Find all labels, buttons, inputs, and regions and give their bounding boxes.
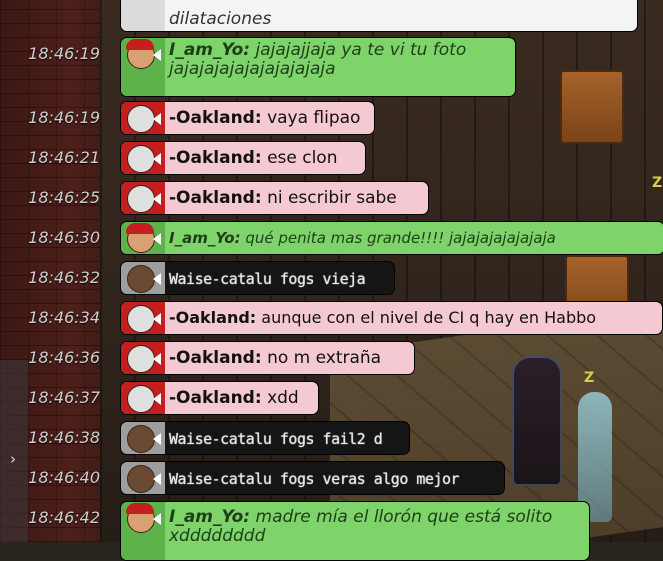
chat-message-text: I_am_Yo: madre mía el llorón que está so… (169, 507, 553, 546)
bubble-pointer-icon (153, 49, 161, 61)
bubble-pointer-icon (153, 433, 161, 445)
avatar-face (121, 502, 165, 560)
avatar-face (121, 342, 165, 374)
chat-bubble[interactable]: I_am_Yo: madre mía el llorón que está so… (120, 501, 590, 561)
avatar-head-icon (127, 305, 155, 333)
avatar-head-icon (127, 105, 155, 133)
chat-timestamp: 18:46:19 (28, 108, 100, 127)
bubble-pointer-icon (153, 193, 161, 205)
chat-username: -Oakland: (169, 148, 262, 168)
bubble-pointer-icon (153, 313, 161, 325)
bubble-pointer-icon (153, 473, 161, 485)
avatar-face (121, 222, 165, 254)
chat-message-text: Waise-catalu fogs vieja (169, 270, 366, 288)
chat-bubble[interactable]: I_am_Yo: qué penita mas grande!!!! jajaj… (120, 221, 663, 255)
chat-username: -Oakland: (169, 388, 262, 408)
chat-row: 18:46:42 I_am_Yo: madre mía el llorón qu… (0, 501, 663, 561)
chat-message-text: -Oakland: no m extraña (169, 348, 382, 368)
chat-bubble[interactable]: -Oakland: vaya flipao (120, 101, 375, 135)
chat-timestamp: 18:46:30 (28, 228, 100, 247)
avatar-face (121, 422, 165, 454)
chat-bubble[interactable]: -Oakland: ni escribir sabe (120, 181, 429, 215)
avatar-hat-icon (126, 39, 154, 50)
bubble-pointer-icon (153, 513, 161, 525)
chat-timestamp: 18:46:37 (28, 388, 100, 407)
chat-username: I_am_Yo: (169, 507, 251, 527)
avatar-head-icon (127, 265, 155, 293)
avatar-head-icon (127, 465, 155, 493)
chat-timestamp: 18:46:42 (28, 508, 100, 527)
chat-bubble[interactable]: dilataciones (120, 0, 638, 32)
chat-username: I_am_Yo: (169, 229, 241, 247)
chat-message-text: -Oakland: ese clon (169, 148, 338, 168)
chat-message-text: Waise-catalu fogs fail2 d (169, 430, 383, 448)
chat-username: -Oakland: (169, 188, 262, 208)
avatar-head-icon (127, 345, 155, 373)
chat-row: 18:46:34 -Oakland: aunque con el nivel d… (0, 301, 663, 337)
chat-bubble[interactable]: -Oakland: no m extraña (120, 341, 415, 375)
chat-bubble[interactable]: -Oakland: ese clon (120, 141, 366, 175)
bubble-pointer-icon (153, 113, 161, 125)
avatar-hat-icon (126, 503, 154, 514)
avatar-head-icon (127, 425, 155, 453)
chat-row: 18:46:30 I_am_Yo: qué penita mas grande!… (0, 221, 663, 257)
chat-username: -Oakland: (169, 108, 262, 128)
chat-bubble[interactable]: I_am_Yo: jajajajjaja ya te vi tu foto jaj… (120, 37, 516, 97)
chat-timestamp: 18:46:38 (28, 428, 100, 447)
avatar-face (121, 0, 165, 31)
chat-username: -Oakland: (169, 308, 257, 327)
chat-row: 18:46:19 -Oakland: vaya flipao (0, 101, 663, 137)
chat-row: 18:46:40 Waise-catalu fogs veras algo me… (0, 461, 663, 497)
chat-log: dilataciones 18:46:19 I_am_Yo: jajajajja… (0, 0, 663, 561)
chat-message-text: dilataciones (169, 9, 272, 29)
chat-row: 18:46:37 -Oakland: xdd (0, 381, 663, 417)
avatar-face (121, 182, 165, 214)
chat-row: dilataciones (0, 0, 663, 32)
chat-bubble[interactable]: -Oakland: aunque con el nivel de CI q ha… (120, 301, 663, 335)
avatar-face (121, 462, 165, 494)
chat-timestamp: 18:46:21 (28, 148, 100, 167)
chat-message-text: -Oakland: ni escribir sabe (169, 188, 397, 208)
chat-bubble[interactable]: -Oakland: xdd (120, 381, 319, 415)
chat-username: -Oakland: (169, 348, 262, 368)
chat-row: 18:46:21 -Oakland: ese clon (0, 141, 663, 177)
avatar-face (121, 262, 165, 294)
chat-timestamp: 18:46:25 (28, 188, 100, 207)
avatar-face (121, 382, 165, 414)
avatar-head-icon (127, 385, 155, 413)
avatar-head-icon (127, 145, 155, 173)
avatar-face (121, 38, 165, 96)
chat-timestamp: 18:46:32 (28, 268, 100, 287)
chat-message-text: -Oakland: vaya flipao (169, 108, 361, 128)
chat-bubble[interactable]: Waise-catalu fogs veras algo mejor (120, 461, 505, 495)
avatar-face (121, 142, 165, 174)
chat-row: 18:46:19 I_am_Yo: jajajajjaja ya te vi t… (0, 37, 663, 97)
avatar-face (121, 302, 165, 334)
bubble-pointer-icon (153, 273, 161, 285)
chat-row: 18:46:36 -Oakland: no m extraña (0, 341, 663, 377)
chat-row: 18:46:32 Waise-catalu fogs vieja (0, 261, 663, 297)
avatar-hat-icon (126, 223, 154, 234)
chat-timestamp: 18:46:40 (28, 468, 100, 487)
chat-bubble[interactable]: Waise-catalu fogs fail2 d (120, 421, 410, 455)
bubble-pointer-icon (153, 393, 161, 405)
chat-username: I_am_Yo: (169, 40, 251, 60)
chat-message-text: I_am_Yo: jajajajjaja ya te vi tu foto jaj… (169, 40, 467, 79)
bubble-pointer-icon (153, 233, 161, 245)
chat-row: 18:46:38 Waise-catalu fogs fail2 d (0, 421, 663, 457)
chat-message-text: -Oakland: aunque con el nivel de CI q ha… (169, 308, 597, 327)
chat-timestamp: 18:46:34 (28, 308, 100, 327)
bubble-pointer-icon (153, 353, 161, 365)
chat-timestamp: 18:46:19 (28, 44, 100, 63)
chat-timestamp: 18:46:36 (28, 348, 100, 367)
bubble-pointer-icon (153, 153, 161, 165)
chat-row: 18:46:25 -Oakland: ni escribir sabe (0, 181, 663, 217)
avatar-head-icon (127, 185, 155, 213)
chat-message-text: I_am_Yo: qué penita mas grande!!!! jajaj… (169, 229, 556, 247)
avatar-face (121, 102, 165, 134)
chat-message-text: -Oakland: xdd (169, 388, 299, 408)
chat-message-text: Waise-catalu fogs veras algo mejor (169, 470, 460, 488)
chat-bubble[interactable]: Waise-catalu fogs vieja (120, 261, 395, 295)
